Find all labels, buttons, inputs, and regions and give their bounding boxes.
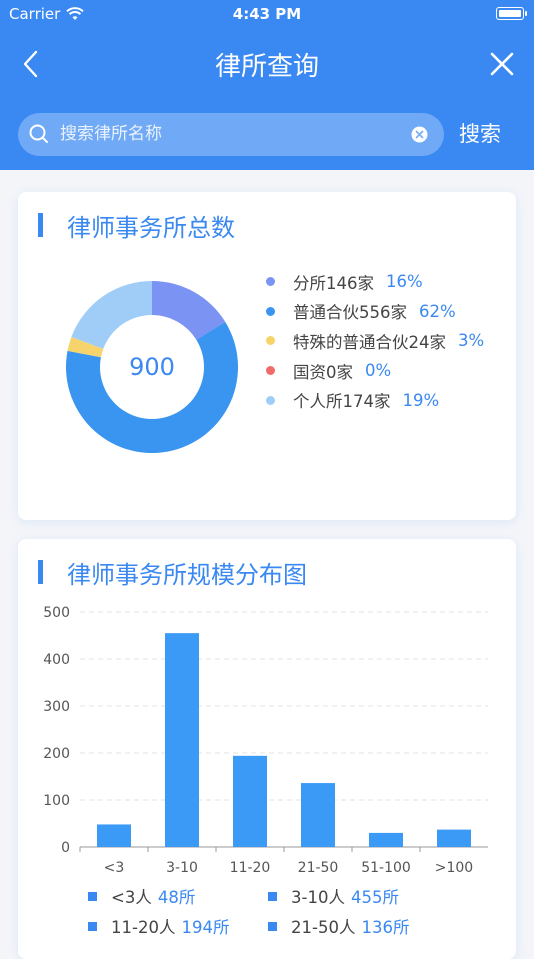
legend-percent: 62%: [419, 301, 456, 321]
bar-0: [97, 824, 131, 847]
bar-legend-value: 136所: [361, 918, 410, 937]
status-time: 4:43 PM: [232, 5, 302, 23]
bar-legend-label: 21-50人: [291, 918, 356, 937]
legend-dot: [266, 306, 275, 316]
legend-percent: 16%: [386, 272, 423, 292]
total-count-card: 律师事务所总数 900 分所146家 16% 普通合伙556家 62% 特殊的普通合伙2…: [18, 192, 516, 520]
legend-label: 分所146家: [293, 273, 374, 293]
bar-2: [233, 755, 267, 847]
bar-legend-value: 455所: [350, 888, 399, 907]
header: Carrier 4:43 PM 律所查询 搜索律所名称 搜索: [0, 0, 534, 170]
status-bar: Carrier 4:43 PM: [0, 0, 534, 28]
bar-legend-value: 48所: [157, 888, 196, 907]
x-tick-label: 21-50: [298, 860, 339, 876]
bar-3: [301, 783, 335, 847]
x-tick-label: 11-20: [230, 860, 271, 876]
y-tick-label: 500: [43, 605, 70, 621]
bar-5: [437, 829, 471, 847]
bar-legend-label: <3人: [111, 888, 152, 907]
x-tick-label: <3: [104, 860, 125, 876]
pie-legend-item: 国资0家 0%: [266, 356, 484, 386]
x-tick-label: >100: [435, 860, 473, 876]
card-title: 律师事务所规模分布图: [38, 559, 307, 589]
legend-dot: [266, 395, 275, 405]
legend-square: [268, 891, 277, 901]
legend-percent: 19%: [402, 390, 440, 410]
bar-legend-value: 194所: [181, 918, 230, 937]
x-tick-label: 51-100: [361, 860, 411, 876]
bar-1: [165, 633, 199, 847]
pie-legend-item: 特殊的普通合伙24家 3%: [266, 326, 484, 356]
battery-icon: [496, 7, 527, 20]
legend-label: 国资0家: [293, 362, 353, 382]
legend-percent: 3%: [458, 331, 485, 351]
clear-icon[interactable]: [411, 126, 428, 143]
close-button[interactable]: [488, 50, 516, 78]
search-box: 搜索律所名称: [18, 113, 444, 156]
total-card-title: 律师事务所总数: [67, 213, 235, 242]
x-tick-label: 3-10: [166, 860, 198, 876]
legend-label: 普通合伙556家: [293, 303, 407, 323]
bar-legend-item: <3人 48所: [88, 884, 195, 908]
pie-legend-item: 分所146家 16%: [266, 267, 484, 297]
bar-legend-item: 21-50人 136所: [268, 914, 409, 938]
pie-legend: 分所146家 16% 普通合伙556家 62% 特殊的普通合伙24家 3% 国资0家 0% 个人…: [266, 267, 484, 415]
legend-dot: [266, 277, 275, 287]
y-tick-label: 400: [43, 652, 70, 668]
legend-percent: 0%: [365, 361, 392, 381]
y-tick-label: 100: [43, 793, 70, 809]
pie-legend-item: 普通合伙556家 62%: [266, 297, 484, 327]
legend-label: 个人所174家: [293, 392, 391, 412]
card-title: 律师事务所总数: [38, 212, 235, 242]
bar-legend-label: 3-10人: [291, 888, 345, 907]
legend-dot: [266, 336, 275, 346]
legend-label: 特殊的普通合伙24家: [293, 332, 446, 352]
pie-legend-item: 个人所174家 19%: [266, 385, 484, 415]
search-button[interactable]: 搜索: [459, 118, 501, 148]
navbar: 律所查询: [0, 36, 534, 92]
legend-square: [88, 921, 97, 931]
title-accent-bar: [38, 560, 43, 584]
scale-card-title: 律师事务所规模分布图: [67, 560, 307, 589]
search-input[interactable]: 搜索律所名称: [60, 113, 400, 156]
y-tick-label: 0: [61, 840, 70, 856]
bar-legend-item: 11-20人 194所: [88, 914, 229, 938]
close-icon: [490, 52, 514, 76]
pie-slice-4: [71, 281, 152, 349]
legend-square: [268, 921, 277, 931]
donut-chart: 900: [65, 281, 238, 453]
legend-square: [88, 891, 97, 901]
legend-dot: [266, 366, 275, 376]
bar-chart: 0 100 200 300 400 500 <3 3-10 11-20 21-50 51-100 >1…: [43, 605, 488, 876]
y-tick-label: 300: [43, 699, 70, 715]
page-title: 律所查询: [214, 52, 319, 82]
bar-legend-item: 3-10人 455所: [268, 884, 399, 908]
bar-4: [369, 832, 403, 847]
scale-distribution-card: 律师事务所规模分布图 0 100 200 300 400 500 <3 3-10 11-20 21…: [18, 539, 516, 959]
bar-legend-label: 11-20人: [111, 918, 176, 937]
y-tick-label: 200: [43, 746, 70, 762]
title-accent-bar: [38, 213, 43, 237]
donut-center-value: 900: [129, 353, 175, 381]
search-icon: [29, 124, 48, 143]
